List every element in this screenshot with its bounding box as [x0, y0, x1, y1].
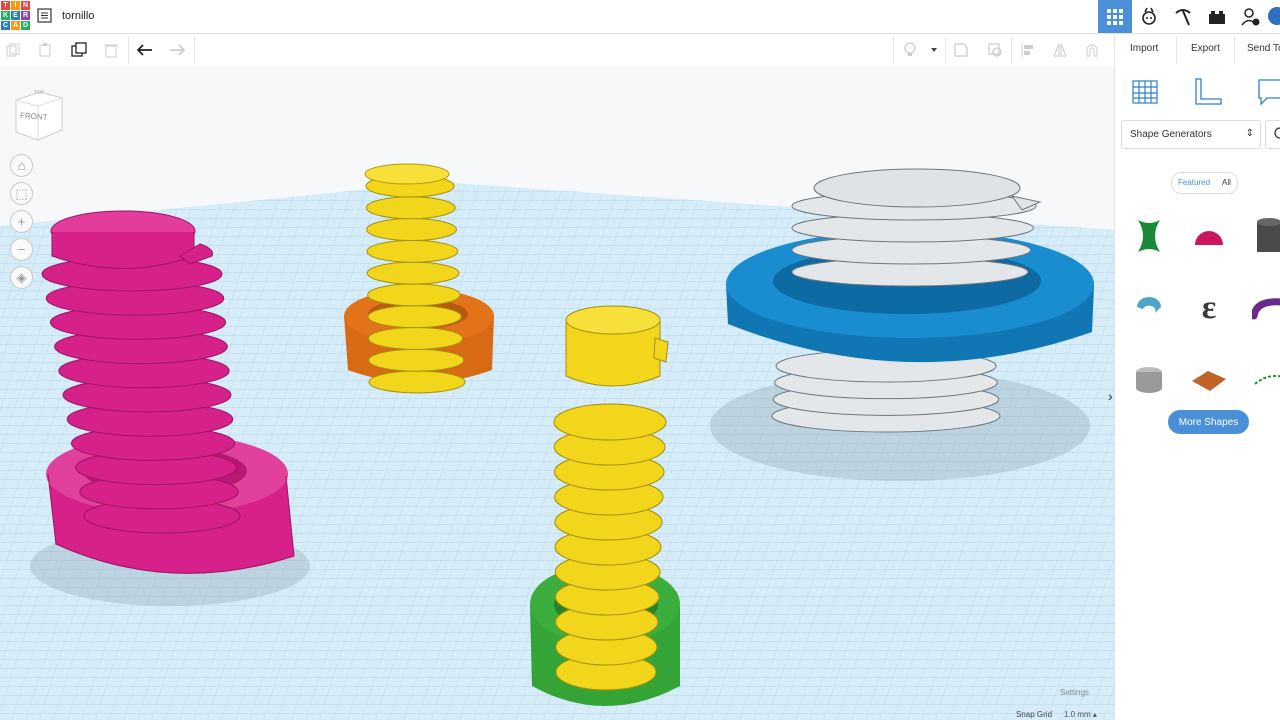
pickaxe-icon[interactable]: [1166, 0, 1200, 33]
logo-letter: I: [11, 1, 20, 10]
design-title[interactable]: tornillo: [62, 10, 94, 22]
arc-dotted-shape-icon[interactable]: [1241, 346, 1280, 414]
duplicate-icon[interactable]: [69, 40, 89, 60]
bricks-icon[interactable]: [1200, 0, 1234, 33]
grid-view-icon[interactable]: [1098, 0, 1132, 33]
mirror-icon[interactable]: [1050, 40, 1070, 60]
delete-icon[interactable]: [101, 40, 121, 60]
shape-library-value: Shape Generators: [1130, 129, 1212, 140]
paste-icon[interactable]: [35, 40, 55, 60]
document-list-icon[interactable]: [37, 8, 52, 23]
undo-icon[interactable]: [135, 40, 155, 60]
workplane-icon[interactable]: [1131, 77, 1159, 110]
user-avatar[interactable]: [1268, 7, 1280, 25]
logo-letter: E: [11, 11, 20, 20]
thread-ring: [367, 305, 462, 329]
thread-ring: [367, 326, 464, 350]
thread-ring: [365, 196, 456, 220]
logo-letter: A: [11, 21, 20, 30]
logo-letter: N: [21, 1, 30, 10]
chevron-down-icon[interactable]: [924, 40, 944, 60]
tab-featured[interactable]: Featured: [1172, 173, 1216, 193]
magnet-icon[interactable]: [1082, 40, 1102, 60]
torus-segment-shape-icon[interactable]: [1121, 274, 1177, 342]
settings-link[interactable]: Settings: [1060, 688, 1089, 697]
epsilon-text-shape-icon[interactable]: ε: [1181, 274, 1237, 342]
export-button[interactable]: Export: [1191, 43, 1220, 54]
align-icon[interactable]: [1018, 40, 1038, 60]
thread-ring: [553, 403, 667, 441]
thread-ring: [367, 283, 461, 307]
top-bar: TIN KER CAD tornillo: [0, 0, 1280, 34]
copy-icon[interactable]: [3, 40, 23, 60]
robot-view-icon[interactable]: [1132, 0, 1166, 33]
thread-ring: [368, 348, 465, 372]
search-icon[interactable]: [1265, 120, 1280, 149]
view-cube-top-label: TOP: [34, 90, 45, 96]
collapse-panel-icon[interactable]: ›: [1108, 388, 1113, 404]
thread-ring: [368, 370, 466, 394]
view-cube[interactable]: FRONT TOP: [12, 86, 64, 147]
tinkercad-logo[interactable]: TIN KER CAD: [1, 1, 30, 31]
ruler-icon[interactable]: [1193, 77, 1223, 112]
thread-ring: [366, 218, 457, 242]
perspective-icon[interactable]: ◈: [10, 266, 33, 289]
ungroup-icon[interactable]: [985, 40, 1005, 60]
select-arrows-icon: ⇕: [1245, 128, 1254, 139]
zoom-in-icon[interactable]: +: [10, 210, 33, 233]
import-button[interactable]: Import: [1130, 43, 1158, 54]
3d-scene[interactable]: [0, 66, 1114, 720]
add-user-icon[interactable]: [1234, 0, 1268, 33]
edit-toolbar: Import Export Send To: [0, 34, 1280, 67]
lightbulb-icon[interactable]: [900, 40, 920, 60]
more-shapes-button[interactable]: More Shapes: [1168, 410, 1249, 434]
snap-grid-select[interactable]: 1.0 mm ▴: [1064, 710, 1097, 719]
redo-icon[interactable]: [167, 40, 187, 60]
thread-ring: [366, 261, 460, 285]
shapes-panel: Shape Generators ⇕ Featured All ε More S…: [1114, 66, 1280, 720]
snap-grid-label: Snap Grid: [1016, 710, 1053, 719]
logo-letter: R: [21, 11, 30, 20]
logo-letter: D: [21, 21, 30, 30]
hourglass-shape-icon[interactable]: [1121, 202, 1177, 270]
logo-letter: K: [1, 11, 10, 20]
logo-letter: T: [1, 1, 10, 10]
thread-ring: [366, 239, 459, 263]
notes-icon[interactable]: [1257, 78, 1280, 111]
coin-stack-shape-icon[interactable]: [1121, 346, 1177, 414]
home-view-icon[interactable]: ⌂: [10, 154, 33, 177]
send-to-button[interactable]: Send To: [1247, 43, 1280, 54]
tile-shape-icon[interactable]: [1181, 346, 1237, 414]
tab-all[interactable]: All: [1216, 173, 1237, 193]
shape-library-select[interactable]: Shape Generators ⇕: [1121, 120, 1261, 149]
view-cube-front-label: FRONT: [19, 111, 48, 122]
cylinder-shape-icon[interactable]: [1241, 202, 1280, 270]
group-icon[interactable]: [951, 40, 971, 60]
tube-bend-shape-icon[interactable]: [1241, 274, 1280, 342]
workplane-viewport[interactable]: FRONT TOP ⌂ ⬚ + − ◈ Settings Snap Grid 1…: [0, 66, 1114, 720]
dome-shape-icon[interactable]: [1181, 202, 1237, 270]
fit-view-icon[interactable]: ⬚: [10, 182, 33, 205]
logo-letter: C: [1, 21, 10, 30]
zoom-out-icon[interactable]: −: [10, 238, 33, 261]
